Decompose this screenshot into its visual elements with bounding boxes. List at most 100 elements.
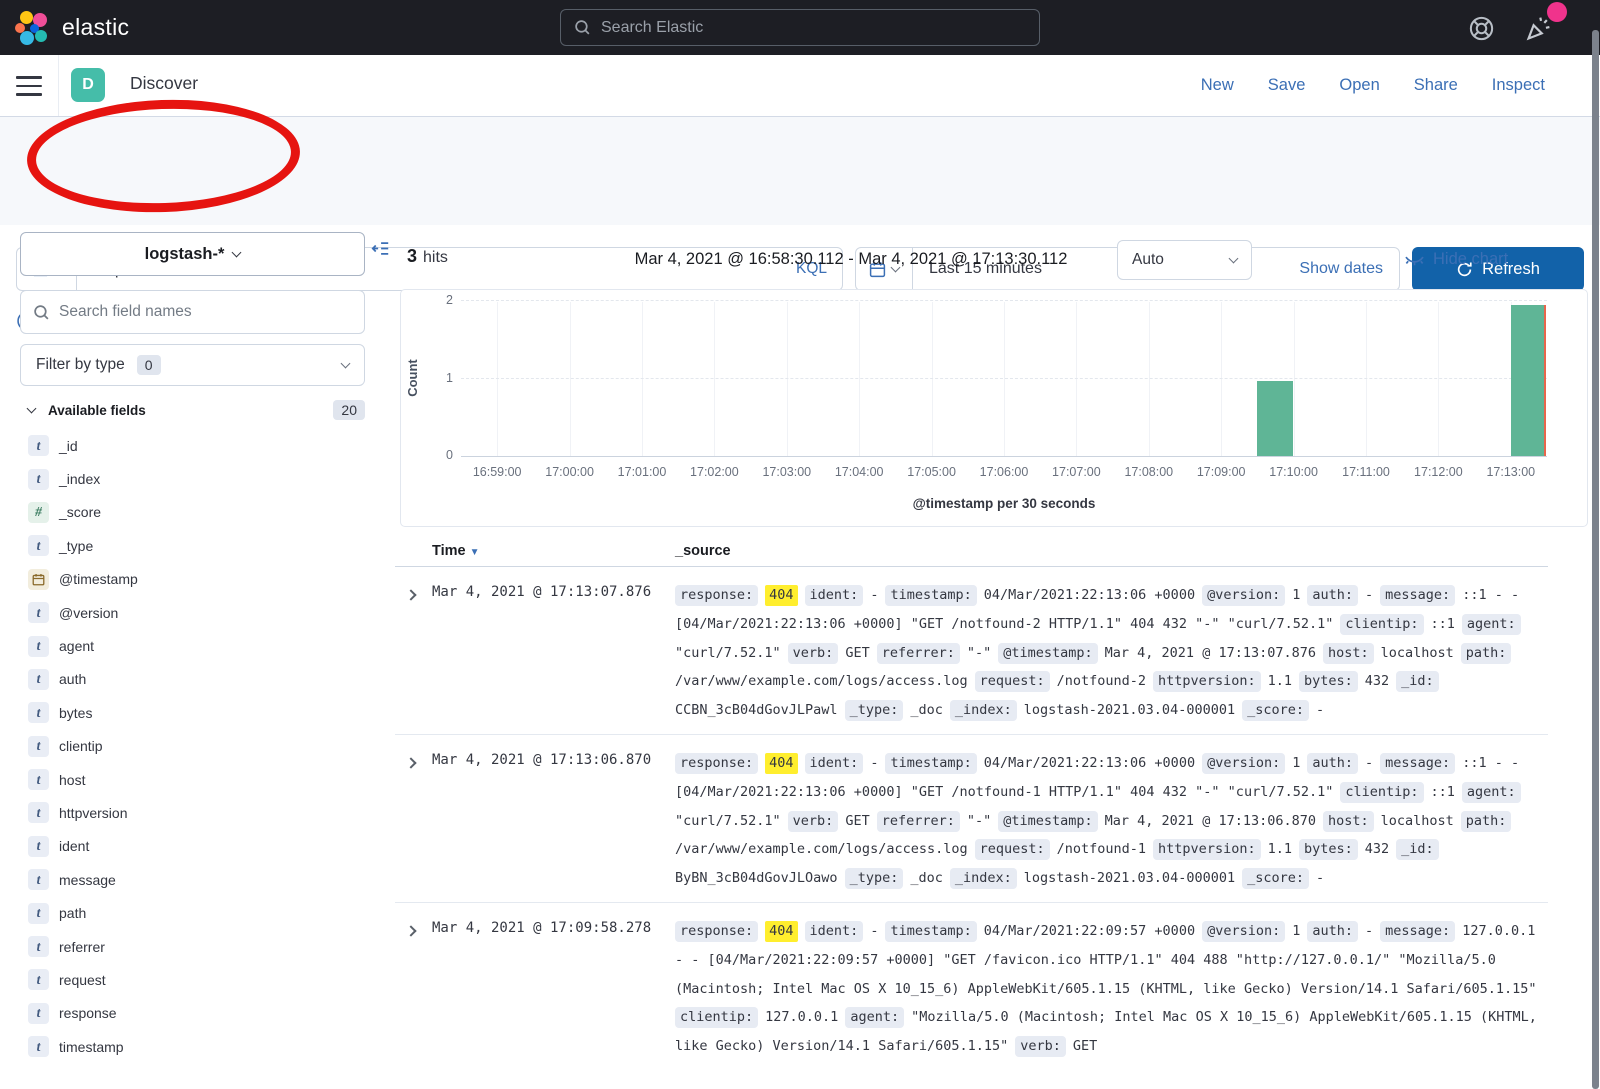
appbar-action-save[interactable]: Save	[1268, 76, 1306, 95]
source-value: 04/Mar/2021:22:09:57 +0000	[984, 923, 1195, 939]
source-field-badge: clientip:	[1340, 614, 1423, 635]
expand-row-chevron-icon[interactable]	[405, 757, 416, 768]
global-search-input[interactable]	[601, 19, 1026, 37]
string-field-type-icon: t	[28, 1036, 49, 1057]
doc-timestamp: Mar 4, 2021 @ 17:13:07.876	[432, 581, 675, 725]
appbar-action-share[interactable]: Share	[1414, 76, 1458, 95]
source-field-badge: @version:	[1202, 753, 1285, 774]
source-value: 127.0.0.1	[765, 1009, 838, 1025]
sort-desc-icon[interactable]: ▼	[470, 547, 480, 558]
hits-counter: 3hits	[407, 246, 448, 267]
y-tick-label: 1	[446, 371, 453, 389]
source-field-badge: referrer:	[877, 811, 960, 832]
field-item-clientip[interactable]: tclientip	[0, 730, 395, 763]
field-name: @version	[59, 605, 118, 621]
field-item-_index[interactable]: t_index	[0, 462, 395, 495]
field-search-input[interactable]	[59, 303, 352, 321]
source-value: logstash-2021.03.04-000001	[1024, 702, 1235, 718]
appbar-action-open[interactable]: Open	[1339, 76, 1379, 95]
field-item-path[interactable]: tpath	[0, 896, 395, 929]
source-field-badge: bytes:	[1299, 671, 1358, 692]
doc-source: response:404ident:-timestamp:04/Mar/2021…	[675, 581, 1548, 725]
help-icon[interactable]	[1468, 15, 1495, 42]
field-item-_score[interactable]: #_score	[0, 496, 395, 529]
x-tick-label: 17:04:00	[835, 465, 884, 479]
string-field-type-icon: t	[28, 903, 49, 924]
source-value: /var/www/example.com/logs/access.log	[675, 673, 968, 689]
chevron-down-icon	[232, 248, 242, 258]
field-name: timestamp	[59, 1039, 124, 1055]
field-item-response[interactable]: tresponse	[0, 997, 395, 1030]
string-field-type-icon: t	[28, 535, 49, 556]
expand-row-chevron-icon[interactable]	[405, 925, 416, 936]
source-field-badge: agent:	[1462, 782, 1521, 803]
histogram-bar[interactable]	[1257, 381, 1292, 457]
field-item-host[interactable]: thost	[0, 763, 395, 796]
x-tick-label: 17:06:00	[980, 465, 1029, 479]
source-field-badge: httpversion:	[1153, 671, 1261, 692]
source-field-badge: _id:	[1396, 839, 1439, 860]
field-item-bytes[interactable]: tbytes	[0, 696, 395, 729]
histogram-bar[interactable]	[1511, 305, 1546, 456]
doc-timestamp: Mar 4, 2021 @ 17:13:06.870	[432, 749, 675, 893]
vertical-gridline	[570, 302, 571, 456]
histogram-interval-select[interactable]: Auto	[1117, 240, 1252, 280]
field-item-referrer[interactable]: treferrer	[0, 930, 395, 963]
source-field-badge: referrer:	[877, 643, 960, 664]
vertical-gridline	[1438, 302, 1439, 456]
source-value: /var/www/example.com/logs/access.log	[675, 841, 968, 857]
field-item-ident[interactable]: tident	[0, 830, 395, 863]
histogram-panel: Count 012 16:59:0017:00:0017:01:0017:02:…	[400, 289, 1588, 527]
filter-count-badge: 0	[137, 355, 161, 375]
source-field-badge: clientip:	[1340, 782, 1423, 803]
source-field-badge: _index:	[950, 700, 1017, 721]
source-field-badge: verb:	[788, 643, 839, 664]
discover-app-badge[interactable]: D	[71, 68, 105, 102]
field-item-httpversion[interactable]: thttpversion	[0, 796, 395, 829]
filter-by-type-select[interactable]: Filter by type 0	[20, 344, 365, 386]
source-value: 1	[1292, 923, 1300, 939]
source-value: localhost	[1381, 813, 1454, 829]
field-item-timestamp[interactable]: t timestamp	[0, 1030, 395, 1063]
source-field-badge: _id:	[1396, 671, 1439, 692]
source-value: -	[1316, 702, 1324, 718]
horizontal-gridline	[461, 378, 1547, 379]
expand-row-chevron-icon[interactable]	[405, 589, 416, 600]
field-search[interactable]	[20, 290, 365, 334]
source-field-badge: timestamp:	[885, 921, 976, 942]
source-value: -	[870, 923, 878, 939]
available-fields-header[interactable]: Available fields 20	[20, 397, 365, 423]
source-field-badge: agent:	[1462, 614, 1521, 635]
chart-y-axis: 012	[419, 302, 453, 457]
source-value: localhost	[1381, 645, 1454, 661]
appbar-action-new[interactable]: New	[1201, 76, 1234, 95]
index-pattern-selector[interactable]: logstash-*	[20, 232, 365, 276]
global-search[interactable]	[560, 9, 1040, 46]
source-value: -	[870, 755, 878, 771]
x-tick-label: 17:13:00	[1486, 465, 1535, 479]
source-field-badge: _score:	[1242, 700, 1309, 721]
field-item-auth[interactable]: tauth	[0, 663, 395, 696]
time-column-header[interactable]: Time▼	[432, 543, 675, 559]
x-tick-label: 17:05:00	[907, 465, 956, 479]
field-item-message[interactable]: tmessage	[0, 863, 395, 896]
field-item-request[interactable]: trequest	[0, 963, 395, 996]
hide-chart-button[interactable]: Hide chart	[1404, 249, 1508, 270]
appbar-action-inspect[interactable]: Inspect	[1492, 76, 1545, 95]
source-field-badge: agent:	[845, 1007, 904, 1028]
show-dates-link[interactable]: Show dates	[1299, 260, 1383, 278]
field-item-@timestamp[interactable]: @timestamp	[0, 563, 395, 596]
field-name: path	[59, 905, 86, 921]
field-item-@version[interactable]: t@version	[0, 596, 395, 629]
field-item-agent[interactable]: tagent	[0, 629, 395, 662]
chevron-down-icon	[1229, 254, 1239, 264]
collapse-sidebar-icon[interactable]	[371, 239, 390, 258]
vertical-scrollbar[interactable]	[1592, 30, 1599, 1089]
menu-icon[interactable]	[16, 76, 42, 96]
source-value: 1	[1292, 587, 1300, 603]
source-field-badge: timestamp:	[885, 753, 976, 774]
field-item-_type[interactable]: t_type	[0, 529, 395, 562]
source-value: Mar 4, 2021 @ 17:13:06.870	[1105, 813, 1316, 829]
field-item-_id[interactable]: t_id	[0, 429, 395, 462]
y-tick-label: 2	[446, 293, 453, 311]
